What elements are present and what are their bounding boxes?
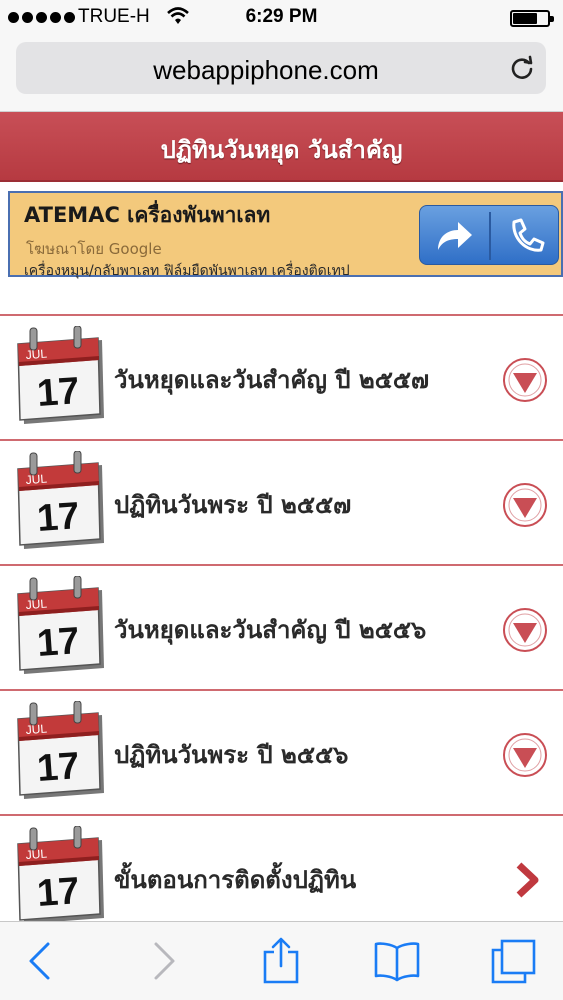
ad-action-buttons xyxy=(419,205,559,265)
list-item-label: วันหยุดและวันสำคัญ ปี ๒๕๕๗ xyxy=(114,366,430,394)
expand-down-icon[interactable] xyxy=(502,607,548,653)
svg-text:17: 17 xyxy=(36,370,81,415)
chevron-right-icon[interactable] xyxy=(502,857,548,903)
url-text: webappiphone.com xyxy=(153,55,379,85)
calendar-icon: JUL 17 xyxy=(12,575,108,676)
battery-icon xyxy=(510,10,554,27)
list-item-label: ปฏิทินวันพระ ปี ๒๕๕๖ xyxy=(114,741,349,769)
svg-text:17: 17 xyxy=(36,620,81,665)
menu-list: JUL 17 วันหยุดและวันสำคัญ ปี ๒๕๕๗ JUL 17… xyxy=(0,314,563,939)
list-item[interactable]: JUL 17 ปฏิทินวันพระ ปี ๒๕๕๖ xyxy=(0,689,563,814)
list-item-label: ปฏิทินวันพระ ปี ๒๕๕๗ xyxy=(114,491,352,519)
list-item[interactable]: JUL 17 ปฏิทินวันพระ ปี ๒๕๕๗ xyxy=(0,439,563,564)
forward-icon[interactable] xyxy=(150,940,180,982)
share-arrow-icon[interactable] xyxy=(434,216,476,256)
clock: 6:29 PM xyxy=(245,6,318,27)
calendar-icon: JUL 17 xyxy=(12,700,108,801)
svg-text:JUL: JUL xyxy=(25,472,48,487)
calendar-icon: JUL 17 xyxy=(12,325,108,426)
svg-text:JUL: JUL xyxy=(25,847,48,862)
url-field[interactable]: webappiphone.com xyxy=(16,42,546,94)
ad-description: เครื่องหมุน/กลับพาเลท ฟิล์มยืดพันพาเลท เ… xyxy=(24,263,350,279)
reload-icon[interactable] xyxy=(508,54,536,82)
expand-down-icon[interactable] xyxy=(502,482,548,528)
bookmarks-icon[interactable] xyxy=(373,940,421,982)
page-header: ปฏิทินวันหยุด วันสำคัญ xyxy=(0,112,563,182)
browser-toolbar xyxy=(0,921,563,1000)
page-title: ปฏิทินวันหยุด วันสำคัญ xyxy=(160,136,403,164)
calendar-icon: JUL 17 xyxy=(12,825,108,926)
status-bar: TRUE-H 6:29 PM xyxy=(0,0,563,36)
calendar-icon: JUL 17 xyxy=(12,450,108,551)
svg-text:17: 17 xyxy=(36,870,81,915)
browser-address-bar: webappiphone.com xyxy=(0,36,563,112)
ad-title[interactable]: ATEMAC เครื่องพันพาเลท xyxy=(24,199,270,232)
list-item[interactable]: JUL 17 วันหยุดและวันสำคัญ ปี ๒๕๕๖ xyxy=(0,564,563,689)
tabs-icon[interactable] xyxy=(490,938,538,986)
expand-down-icon[interactable] xyxy=(502,732,548,778)
svg-text:JUL: JUL xyxy=(25,597,48,612)
share-icon[interactable] xyxy=(262,936,300,984)
list-item-label: วันหยุดและวันสำคัญ ปี ๒๕๕๖ xyxy=(114,616,427,644)
svg-text:JUL: JUL xyxy=(25,722,48,737)
list-item[interactable]: JUL 17 วันหยุดและวันสำคัญ ปี ๒๕๕๗ xyxy=(0,314,563,439)
expand-down-icon[interactable] xyxy=(502,357,548,403)
phone-icon[interactable] xyxy=(506,216,546,256)
ad-sponsor-label: โฆษณาโดย Google xyxy=(26,240,162,258)
svg-text:17: 17 xyxy=(36,745,81,790)
svg-text:17: 17 xyxy=(36,495,81,540)
list-item-label: ขั้นตอนการติดตั้งปฏิทิน xyxy=(114,866,357,894)
ad-banner[interactable]: ATEMAC เครื่องพันพาเลท โฆษณาโดย Google เ… xyxy=(8,191,563,279)
back-icon[interactable] xyxy=(24,940,54,982)
svg-text:JUL: JUL xyxy=(25,347,48,362)
